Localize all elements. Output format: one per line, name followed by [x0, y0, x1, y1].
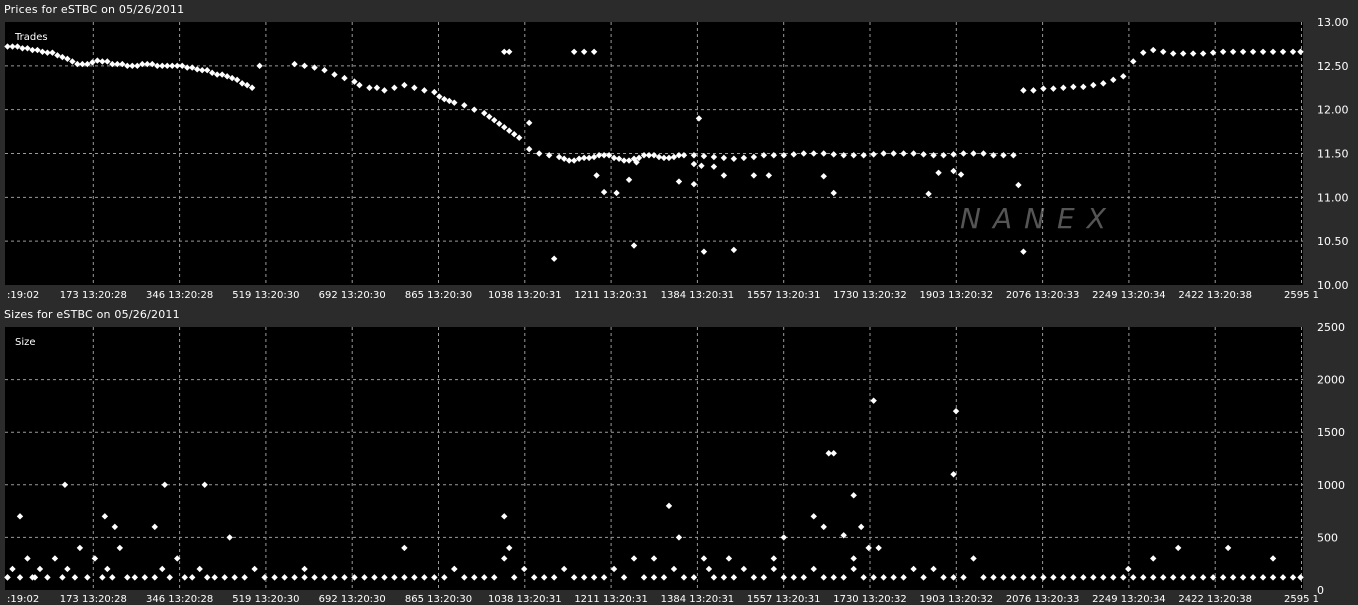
prices-xtick-label: 1730 13:20:32 — [833, 290, 907, 301]
sizes-xtick-label: 173 13:20:28 — [60, 594, 127, 605]
sizes-xtick-label: 1384 13:20:31 — [661, 594, 735, 605]
sizes-xtick-label: 2595 1 — [1284, 594, 1319, 605]
sizes-xtick-label: 1557 13:20:31 — [747, 594, 821, 605]
sizes-xtick-label: 1211 13:20:31 — [574, 594, 648, 605]
prices-ytick-label: 11.00 — [1317, 191, 1349, 204]
sizes-ytick-label: 2500 — [1317, 321, 1345, 334]
prices-xtick-label: 1211 13:20:31 — [574, 290, 648, 301]
sizes-xtick-label: 2422 13:20:38 — [1178, 594, 1252, 605]
sizes-plot-label: Size — [15, 337, 36, 348]
sizes-xtick-label: 519 13:20:30 — [232, 594, 299, 605]
prices-xtick-label: 519 13:20:30 — [232, 290, 299, 301]
sizes-xtick-label: 692 13:20:30 — [319, 594, 386, 605]
sizes-plot-area — [5, 327, 1303, 590]
prices-xtick-label: 1038 13:20:31 — [488, 290, 562, 301]
prices-xtick-label: 692 13:20:30 — [319, 290, 386, 301]
sizes-xtick-label: 2249 13:20:34 — [1092, 594, 1166, 605]
prices-xtick-label: :19:02 — [7, 290, 39, 301]
prices-xtick-label: 865 13:20:30 — [405, 290, 472, 301]
sizes-xtick-label: 2076 13:20:33 — [1006, 594, 1080, 605]
sizes-ytick-label: 1000 — [1317, 479, 1345, 492]
prices-ytick-label: 13.00 — [1317, 16, 1349, 29]
prices-xtick-label: 2249 13:20:34 — [1092, 290, 1166, 301]
sizes-ytick-label: 2000 — [1317, 374, 1345, 387]
sizes-xtick-label: 1903 13:20:32 — [920, 594, 994, 605]
prices-ytick-label: 10.50 — [1317, 235, 1349, 248]
sizes-xtick-label: :19:02 — [7, 594, 39, 605]
prices-xtick-label: 2422 13:20:38 — [1178, 290, 1252, 301]
sizes-xtick-label: 1730 13:20:32 — [833, 594, 907, 605]
nanex-watermark: NANEX — [960, 202, 1118, 235]
sizes-ytick-label: 500 — [1317, 531, 1338, 544]
prices-xtick-label: 346 13:20:28 — [146, 290, 213, 301]
sizes-xtick-label: 346 13:20:28 — [146, 594, 213, 605]
prices-xtick-label: 1903 13:20:32 — [920, 290, 994, 301]
chart-canvas: Trades Size NANEX 10.00 10.50 11.00 11.50 12… — [4, 16, 1349, 605]
sizes-ytick-label: 1500 — [1317, 426, 1345, 439]
prices-xtick-label: 2076 13:20:33 — [1006, 290, 1080, 301]
prices-ytick-label: 10.00 — [1317, 279, 1349, 292]
prices-xtick-label: 1384 13:20:31 — [661, 290, 735, 301]
sizes-xtick-label: 865 13:20:30 — [405, 594, 472, 605]
prices-xtick-label: 2595 1 — [1284, 290, 1319, 301]
prices-ytick-label: 12.50 — [1317, 60, 1349, 73]
prices-xtick-label: 173 13:20:28 — [60, 290, 127, 301]
prices-xtick-label: 1557 13:20:31 — [747, 290, 821, 301]
prices-ytick-label: 11.50 — [1317, 148, 1349, 161]
sizes-xtick-label: 1038 13:20:31 — [488, 594, 562, 605]
prices-plot-label: Trades — [14, 32, 48, 43]
prices-ytick-label: 12.00 — [1317, 104, 1349, 117]
